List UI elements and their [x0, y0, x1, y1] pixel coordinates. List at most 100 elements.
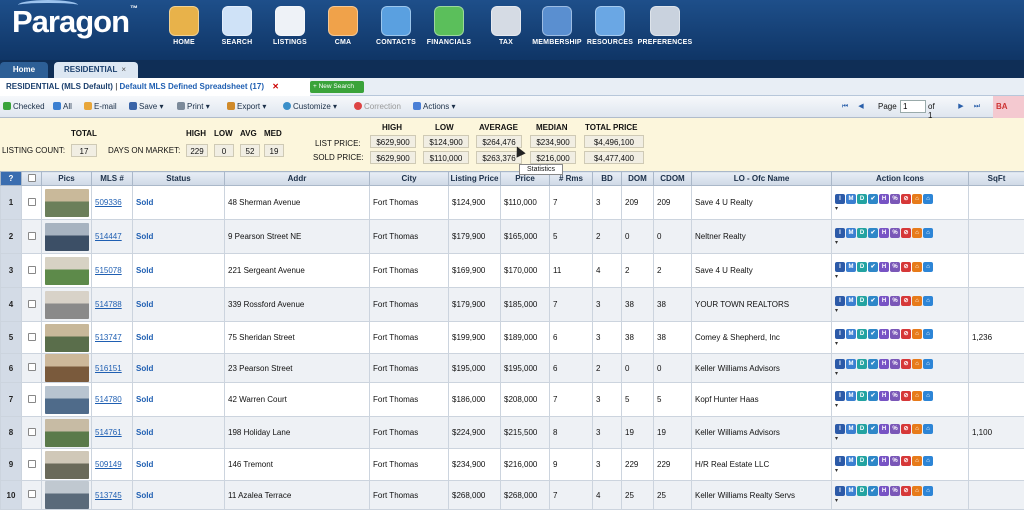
map-icon[interactable]: M: [846, 262, 856, 272]
document-icon[interactable]: D: [857, 329, 867, 339]
column-header-addr[interactable]: Addr: [225, 172, 370, 186]
remove-icon[interactable]: ⊘: [901, 391, 911, 401]
history-icon[interactable]: H: [879, 296, 889, 306]
info-icon[interactable]: I: [835, 262, 845, 272]
last-page-icon[interactable]: ⏭: [972, 100, 982, 114]
home-icon[interactable]: ⌂: [923, 456, 933, 466]
home-icon[interactable]: ⌂: [923, 359, 933, 369]
info-icon[interactable]: I: [835, 424, 845, 434]
column-header-bd[interactable]: BD: [593, 172, 622, 186]
photo-icon[interactable]: ⌂: [912, 456, 922, 466]
table-row[interactable]: 10513745Sold11 Azalea TerraceFort Thomas…: [1, 481, 1024, 510]
info-icon[interactable]: I: [835, 194, 845, 204]
mls-cell[interactable]: 514780: [92, 383, 133, 417]
map-icon[interactable]: M: [846, 329, 856, 339]
history-icon[interactable]: H: [879, 456, 889, 466]
map-icon[interactable]: M: [846, 456, 856, 466]
save-menu-button[interactable]: Save ▾: [129, 102, 163, 111]
percent-icon[interactable]: %: [890, 194, 900, 204]
pic-cell[interactable]: [42, 254, 92, 288]
home-icon[interactable]: ⌂: [923, 424, 933, 434]
remove-icon[interactable]: ⊘: [901, 359, 911, 369]
check-icon[interactable]: ✔: [868, 262, 878, 272]
history-icon[interactable]: H: [879, 228, 889, 238]
nav-resources[interactable]: RESOURCES: [579, 6, 641, 46]
mls-link[interactable]: 514780: [95, 395, 122, 404]
photo-icon[interactable]: ⌂: [912, 262, 922, 272]
remove-icon[interactable]: ⊘: [901, 486, 911, 496]
mls-cell[interactable]: 513745: [92, 481, 133, 510]
mls-cell[interactable]: 515078: [92, 254, 133, 288]
tab-home[interactable]: Home: [0, 62, 48, 78]
info-icon[interactable]: I: [835, 359, 845, 369]
actions-dropdown-icon[interactable]: ▾: [835, 467, 968, 476]
document-icon[interactable]: D: [857, 486, 867, 496]
next-page-icon[interactable]: ▶: [956, 100, 966, 114]
mls-link[interactable]: 513747: [95, 333, 122, 342]
table-row[interactable]: 8514761Sold198 Holiday LaneFort Thomas$2…: [1, 417, 1024, 449]
column-header-status[interactable]: Status: [133, 172, 225, 186]
percent-icon[interactable]: %: [890, 329, 900, 339]
mls-cell[interactable]: 514447: [92, 220, 133, 254]
actions-dropdown-icon[interactable]: ▾: [835, 402, 968, 411]
photo-icon[interactable]: ⌂: [912, 486, 922, 496]
percent-icon[interactable]: %: [890, 486, 900, 496]
map-icon[interactable]: M: [846, 296, 856, 306]
select-all-checkbox[interactable]: [28, 174, 36, 182]
export-menu-button[interactable]: Export ▾: [227, 102, 266, 111]
row-select[interactable]: [22, 417, 42, 449]
check-icon[interactable]: ✔: [868, 329, 878, 339]
actions-dropdown-icon[interactable]: ▾: [835, 340, 968, 349]
row-select[interactable]: [22, 481, 42, 510]
pic-cell[interactable]: [42, 186, 92, 220]
home-icon[interactable]: ⌂: [923, 194, 933, 204]
email-button[interactable]: E-mail: [84, 102, 117, 111]
row-checkbox[interactable]: [28, 490, 36, 498]
photo-icon[interactable]: ⌂: [912, 391, 922, 401]
photo-icon[interactable]: ⌂: [912, 296, 922, 306]
mls-link[interactable]: 516151: [95, 364, 122, 373]
row-checkbox[interactable]: [28, 395, 36, 403]
percent-icon[interactable]: %: [890, 424, 900, 434]
column-header-city[interactable]: City: [370, 172, 449, 186]
table-row[interactable]: 3515078Sold221 Sergeant AvenueFort Thoma…: [1, 254, 1024, 288]
home-icon[interactable]: ⌂: [923, 486, 933, 496]
check-icon[interactable]: ✔: [868, 194, 878, 204]
row-checkbox[interactable]: [28, 363, 36, 371]
property-photo[interactable]: [45, 386, 89, 414]
document-icon[interactable]: D: [857, 391, 867, 401]
checked-button[interactable]: Checked: [3, 102, 45, 111]
history-icon[interactable]: H: [879, 359, 889, 369]
actions-dropdown-icon[interactable]: ▾: [835, 370, 968, 379]
map-icon[interactable]: M: [846, 359, 856, 369]
map-icon[interactable]: M: [846, 228, 856, 238]
document-icon[interactable]: D: [857, 359, 867, 369]
close-tab-icon[interactable]: ×: [121, 65, 126, 74]
column-header-listing-price[interactable]: Listing Price: [449, 172, 501, 186]
close-subtab-icon[interactable]: ✕: [272, 82, 279, 91]
percent-icon[interactable]: %: [890, 262, 900, 272]
percent-icon[interactable]: %: [890, 228, 900, 238]
row-select[interactable]: [22, 322, 42, 354]
info-icon[interactable]: I: [835, 486, 845, 496]
previous-page-icon[interactable]: ◀: [856, 100, 866, 114]
column-header-pics[interactable]: Pics: [42, 172, 92, 186]
nav-preferences[interactable]: PREFERENCES: [634, 6, 696, 46]
remove-icon[interactable]: ⊘: [901, 296, 911, 306]
actions-dropdown-icon[interactable]: ▾: [835, 273, 968, 282]
column-header-dom[interactable]: DOM: [622, 172, 654, 186]
actions-dropdown-icon[interactable]: ▾: [835, 435, 968, 444]
pic-cell[interactable]: [42, 354, 92, 383]
table-row[interactable]: 6516151Sold23 Pearson StreetFort Thomas$…: [1, 354, 1024, 383]
property-photo[interactable]: [45, 481, 89, 509]
all-button[interactable]: All: [53, 102, 72, 111]
history-icon[interactable]: H: [879, 424, 889, 434]
first-page-icon[interactable]: ⏮: [840, 100, 850, 114]
history-icon[interactable]: H: [879, 391, 889, 401]
select-all-checkbox-header[interactable]: [22, 172, 42, 186]
table-row[interactable]: 1509336Sold48 Sherman AvenueFort Thomas$…: [1, 186, 1024, 220]
check-icon[interactable]: ✔: [868, 486, 878, 496]
document-icon[interactable]: D: [857, 296, 867, 306]
column-header-mls[interactable]: MLS #: [92, 172, 133, 186]
document-icon[interactable]: D: [857, 194, 867, 204]
